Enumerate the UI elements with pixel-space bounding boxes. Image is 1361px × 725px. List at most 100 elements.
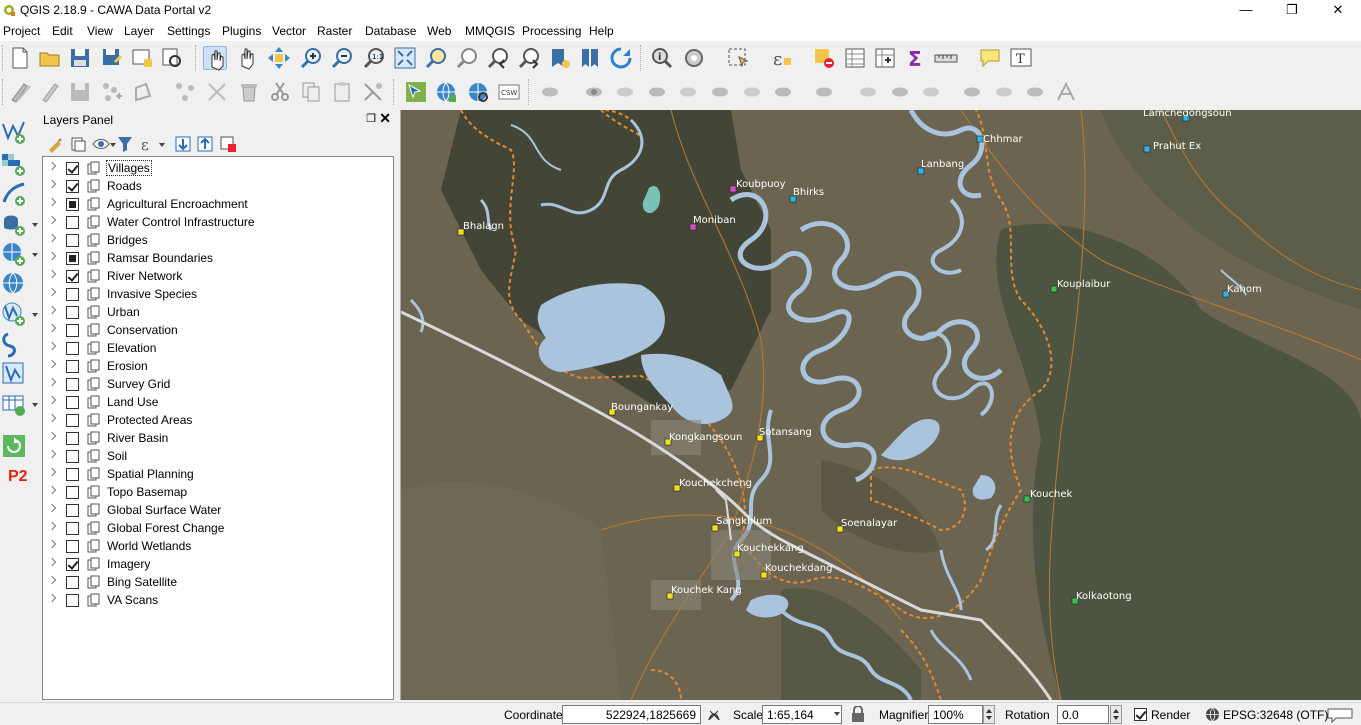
zoom-to-layer-icon[interactable] — [455, 46, 479, 70]
minimize-button[interactable]: — — [1223, 0, 1269, 22]
map-canvas[interactable]: Lamchedongsoun Prahut Ex Chhmar Lanbang … — [400, 110, 1361, 700]
layer-row[interactable]: Survey Grid — [43, 375, 393, 393]
chevron-down-icon[interactable] — [32, 403, 38, 407]
layer-visibility-checkbox[interactable] — [66, 504, 79, 517]
layer-visibility-checkbox[interactable] — [66, 252, 79, 265]
select-by-expression-icon[interactable]: ε — [770, 46, 794, 70]
expand-chevron-icon[interactable] — [47, 395, 57, 405]
layer-row[interactable]: Soil — [43, 447, 393, 465]
pan-map-icon[interactable] — [235, 46, 259, 70]
rotate-label-icon[interactable] — [740, 80, 764, 104]
expand-chevron-icon[interactable] — [47, 305, 57, 315]
expand-chevron-icon[interactable] — [47, 539, 57, 549]
expand-chevron-icon[interactable] — [47, 485, 57, 495]
field-calculator-icon[interactable] — [873, 46, 897, 70]
add-wcs-layer-icon[interactable] — [0, 270, 30, 298]
add-ring-icon[interactable] — [888, 80, 912, 104]
reshape-features-icon[interactable] — [960, 80, 984, 104]
expand-chevron-icon[interactable] — [47, 269, 57, 279]
crs-status[interactable]: EPSG:32648 (OTF) — [1223, 708, 1328, 722]
expand-chevron-icon[interactable] — [47, 323, 57, 333]
zoom-next-icon[interactable] — [518, 46, 542, 70]
expand-chevron-icon[interactable] — [47, 431, 57, 441]
expand-chevron-icon[interactable] — [47, 215, 57, 225]
expand-chevron-icon[interactable] — [47, 575, 57, 585]
simplify-feature-icon[interactable] — [856, 80, 880, 104]
deselect-all-icon[interactable] — [812, 46, 836, 70]
map-tips-icon[interactable] — [978, 46, 1002, 70]
preview-labels-icon[interactable] — [676, 80, 700, 104]
layer-visibility-checkbox[interactable] — [66, 378, 79, 391]
text-annotation-icon[interactable]: T — [1009, 46, 1033, 70]
layer-visibility-checkbox[interactable] — [66, 324, 79, 337]
add-delimited-text-layer-icon[interactable] — [0, 330, 30, 358]
split-features-icon[interactable] — [1023, 80, 1047, 104]
csw-icon[interactable]: CSW — [497, 80, 521, 104]
messages-icon[interactable] — [1324, 706, 1356, 723]
layer-visibility-checkbox[interactable] — [66, 198, 79, 211]
layer-visibility-checkbox[interactable] — [66, 414, 79, 427]
new-print-composer-icon[interactable] — [130, 46, 154, 70]
add-postgis-layer-icon[interactable] — [0, 210, 30, 238]
close-panel-icon[interactable]: ✕ — [379, 110, 391, 127]
layer-row[interactable]: World Wetlands — [43, 537, 393, 555]
add-vector-layer-icon[interactable] — [0, 118, 30, 146]
menu-processing[interactable]: Processing — [522, 24, 581, 38]
advanced-digitizing-icon[interactable] — [812, 80, 836, 104]
layer-row[interactable]: Urban — [43, 303, 393, 321]
change-label-icon[interactable] — [771, 80, 795, 104]
collapse-all-icon[interactable] — [196, 135, 214, 153]
chevron-down-icon[interactable] — [32, 253, 38, 257]
filter-legend-icon[interactable] — [116, 135, 134, 153]
cut-features-icon[interactable] — [268, 80, 292, 104]
composer-manager-icon[interactable] — [160, 46, 184, 70]
pin-labels-icon[interactable] — [582, 80, 606, 104]
layer-visibility-checkbox[interactable] — [66, 360, 79, 373]
filter-by-expression-icon[interactable]: ε — [139, 135, 157, 153]
layer-visibility-checkbox[interactable] — [66, 576, 79, 589]
add-part-icon[interactable] — [919, 80, 943, 104]
show-bookmarks-icon[interactable] — [578, 46, 602, 70]
layer-row[interactable]: Land Use — [43, 393, 393, 411]
zoom-in-icon[interactable] — [299, 46, 323, 70]
layer-visibility-checkbox[interactable] — [66, 486, 79, 499]
label-tool-icon[interactable] — [708, 80, 732, 104]
layer-visibility-checkbox[interactable] — [66, 342, 79, 355]
expand-chevron-icon[interactable] — [47, 233, 57, 243]
menu-plugins[interactable]: Plugins — [222, 24, 261, 38]
layer-visibility-checkbox[interactable] — [66, 468, 79, 481]
menu-settings[interactable]: Settings — [167, 24, 210, 38]
merge-features-icon[interactable] — [1054, 80, 1078, 104]
open-project-icon[interactable] — [38, 46, 62, 70]
expand-chevron-icon[interactable] — [47, 467, 57, 477]
expand-chevron-icon[interactable] — [47, 521, 57, 531]
save-as-icon[interactable] — [100, 46, 124, 70]
show-hide-labels-icon[interactable] — [613, 80, 637, 104]
layer-visibility-checkbox[interactable] — [66, 396, 79, 409]
menu-vector[interactable]: Vector — [272, 24, 306, 38]
paste-features-icon[interactable] — [330, 80, 354, 104]
add-wfs-layer-icon[interactable] — [0, 300, 30, 328]
new-project-icon[interactable] — [8, 46, 32, 70]
add-raster-layer-icon[interactable] — [0, 150, 30, 178]
add-wms-wmts-layer-icon[interactable] — [0, 240, 30, 268]
save-layer-edits-icon[interactable] — [68, 80, 92, 104]
add-group-icon[interactable] — [69, 135, 87, 153]
layer-row[interactable]: Roads — [43, 177, 393, 195]
layer-visibility-checkbox[interactable] — [66, 540, 79, 553]
lock-scale-icon[interactable] — [851, 706, 865, 723]
float-panel-icon[interactable]: ❐ — [366, 112, 376, 125]
delete-selected-icon[interactable] — [205, 80, 229, 104]
expand-chevron-icon[interactable] — [47, 593, 57, 603]
layer-row[interactable]: Imagery — [43, 555, 393, 573]
layer-visibility-checkbox[interactable] — [66, 216, 79, 229]
save-project-icon[interactable] — [68, 46, 92, 70]
styling-icon[interactable] — [46, 135, 64, 153]
attribute-table-icon[interactable] — [843, 46, 867, 70]
magnifier-spinner[interactable] — [983, 705, 995, 724]
layer-row[interactable]: Water Control Infrastructure — [43, 213, 393, 231]
layer-row[interactable]: Ramsar Boundaries — [43, 249, 393, 267]
add-virtual-layer-icon[interactable] — [0, 360, 30, 388]
layer-row[interactable]: River Network — [43, 267, 393, 285]
layer-row[interactable]: Bing Satellite — [43, 573, 393, 591]
